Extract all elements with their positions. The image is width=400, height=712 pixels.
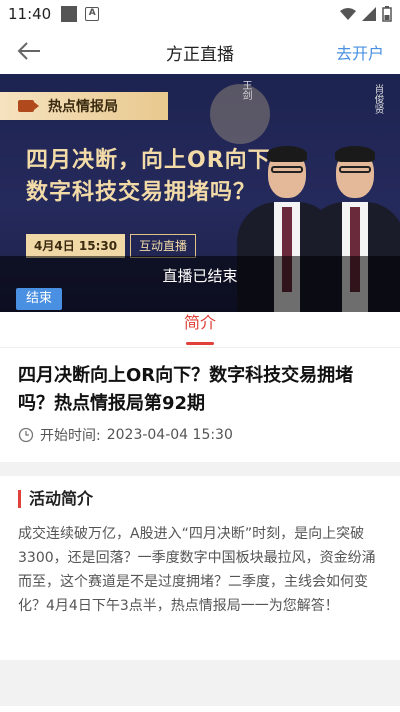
notification-icon xyxy=(61,6,78,22)
start-time-value: 2023-04-04 15:30 xyxy=(106,427,233,443)
start-time-label: 开始时间: xyxy=(40,428,101,444)
back-arrow-icon[interactable] xyxy=(16,39,42,63)
tab-intro[interactable]: 简介 xyxy=(0,312,400,334)
clock-icon xyxy=(18,427,34,443)
battery-icon xyxy=(382,6,392,22)
home-indicator xyxy=(0,706,400,712)
signal-icon xyxy=(362,7,376,21)
status-badge: 结束 xyxy=(16,288,62,310)
tab-bar: 简介 xyxy=(0,312,400,348)
activity-body: 成交连续破万亿，A股进入“四月决断”时刻，是向上突破3300，还是回落？一季度数… xyxy=(18,526,376,614)
status-bar: 11:40 A xyxy=(0,0,400,28)
activity-title: 活动简介 xyxy=(18,490,93,508)
live-info-card: 四月决断向上OR向下？数字科技交易拥堵吗？热点情报局第92期 开始时间: 202… xyxy=(0,348,400,462)
banner-mode: 互动直播 xyxy=(130,234,197,258)
open-account-button[interactable]: 去开户 xyxy=(336,40,384,64)
live-banner[interactable]: 热点情报局 四月决断，向上OR向下？ 数字科技交易拥堵吗？ 4月4日 15:30… xyxy=(0,74,400,312)
banner-tag: 热点情报局 xyxy=(0,92,168,120)
live-title: 四月决断向上OR向下？数字科技交易拥堵吗？热点情报局第92期 xyxy=(18,365,354,414)
video-icon xyxy=(18,100,39,112)
banner-tag-label: 热点情报局 xyxy=(48,99,118,115)
nav-bar: 方正直播 去开户 xyxy=(0,28,400,74)
activity-card: 活动简介 成交连续破万亿，A股进入“四月决断”时刻，是向上突破3300，还是回落… xyxy=(0,476,400,660)
status-icons xyxy=(340,6,392,22)
status-time: 11:40 xyxy=(8,5,52,23)
live-status: 直播已结束 xyxy=(162,267,238,285)
app-a-icon: A xyxy=(85,7,100,21)
banner-date: 4月4日 15:30 xyxy=(26,234,126,258)
speaker-left-name: 王剑 xyxy=(240,80,251,100)
wifi-icon xyxy=(340,8,356,20)
tab-indicator xyxy=(186,342,214,345)
start-time-row: 开始时间: 2023-04-04 15:30 xyxy=(18,425,233,445)
speaker-right-name: 肖俊贤 xyxy=(372,84,383,114)
